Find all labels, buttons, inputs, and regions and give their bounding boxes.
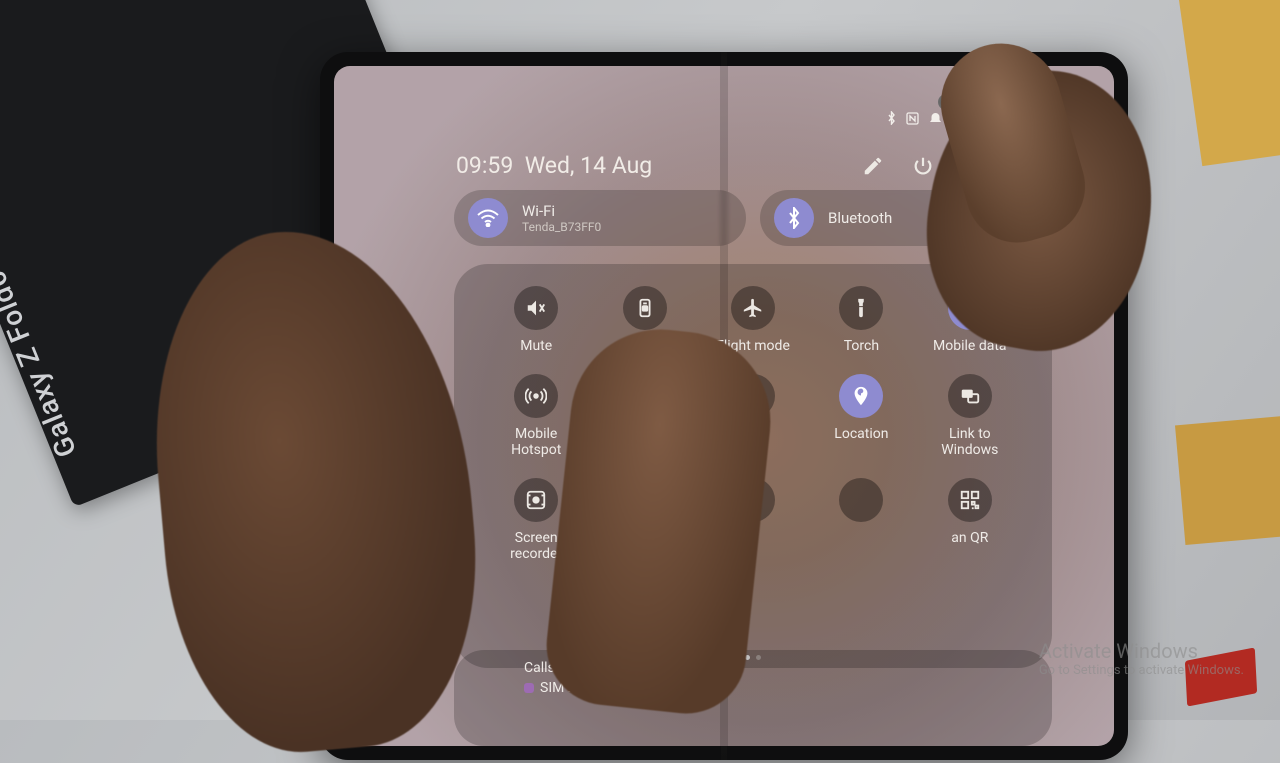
power-icon[interactable]	[912, 155, 934, 177]
flight-icon	[731, 286, 775, 330]
os-watermark: Activate Windows Go to Settings to activ…	[1039, 639, 1244, 678]
background-scrap	[1179, 0, 1280, 166]
portrait-icon	[623, 286, 667, 330]
sim-panel[interactable]: Calls SIM 2 Messages SIM 2	[454, 650, 1052, 746]
wifi-pill[interactable]: Wi-Fi Tenda_B73FF0	[454, 190, 746, 246]
tile-label: Torch	[844, 338, 879, 354]
recorder-icon	[514, 478, 558, 522]
mute-icon	[514, 286, 558, 330]
hotspot-icon	[514, 374, 558, 418]
tile-qr[interactable]: an QR	[916, 478, 1024, 563]
wifi-subtitle: Tenda_B73FF0	[522, 220, 601, 234]
blank-icon	[839, 478, 883, 522]
edit-icon[interactable]	[862, 155, 884, 177]
watermark-line2: Go to Settings to activate Windows.	[1039, 663, 1244, 678]
clock-time: 09:59	[456, 152, 513, 179]
location-icon	[839, 374, 883, 418]
tile-label: Location	[834, 426, 888, 442]
torch-icon	[839, 286, 883, 330]
qr-icon	[948, 478, 992, 522]
tile-label: Link to Windows	[927, 426, 1013, 458]
clock-date[interactable]: 09:59 Wed, 14 Aug	[456, 152, 652, 179]
nfc-status-icon	[906, 112, 919, 125]
clock-date-text: Wed, 14 Aug	[525, 152, 653, 179]
tile-linkwin[interactable]: Link to Windows	[916, 374, 1024, 458]
tile-blank[interactable]	[807, 478, 915, 563]
tile-mute[interactable]: Mute	[482, 286, 590, 354]
bluetooth-icon	[774, 198, 814, 238]
tile-label: an QR	[951, 530, 988, 546]
background-scrap	[1175, 415, 1280, 545]
linkwin-icon	[948, 374, 992, 418]
tile-label: Mute	[520, 338, 552, 354]
bluetooth-status-icon	[886, 111, 897, 125]
tile-location[interactable]: Location	[807, 374, 915, 458]
watermark-line1: Activate Windows	[1039, 639, 1244, 663]
wifi-title: Wi-Fi	[522, 202, 601, 220]
bluetooth-title: Bluetooth	[828, 209, 892, 227]
product-box-brand: Galaxy Z Fold6	[0, 265, 83, 462]
wifi-icon	[468, 198, 508, 238]
tile-torch[interactable]: Torch	[807, 286, 915, 354]
